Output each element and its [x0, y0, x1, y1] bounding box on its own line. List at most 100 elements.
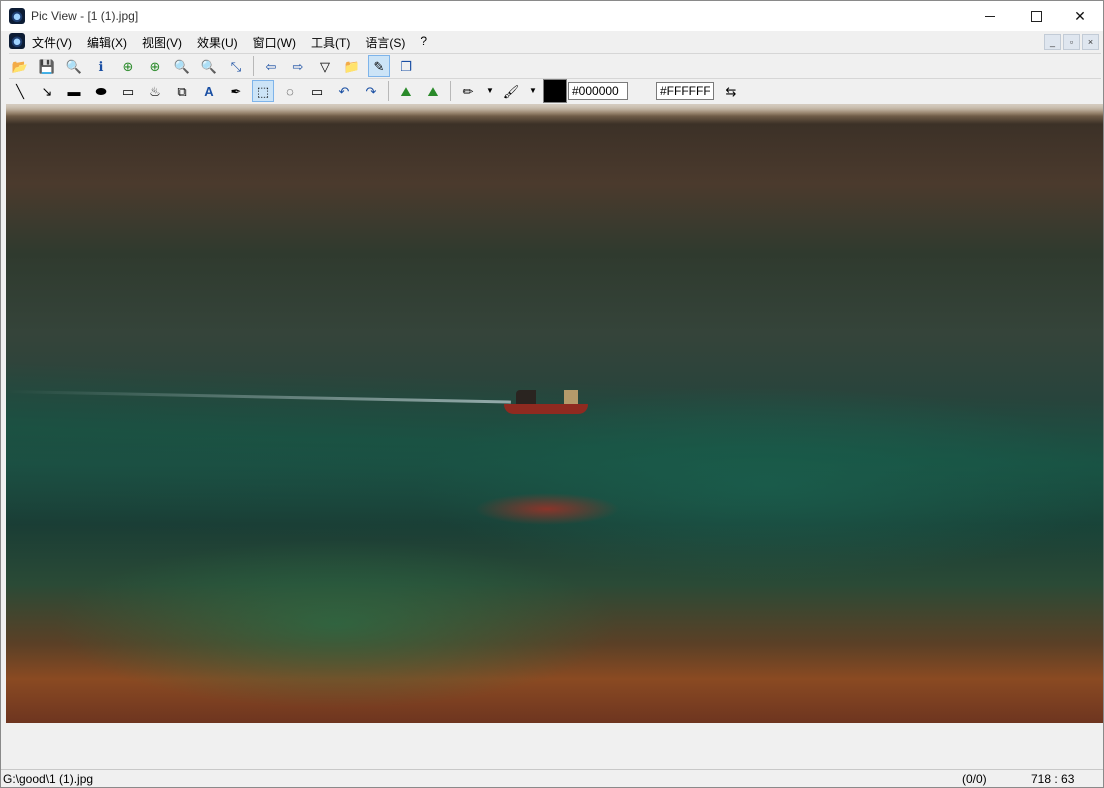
- rounded-rect-tool-icon: ▭: [121, 83, 135, 99]
- status-cursor-coords: 718 : 63: [1031, 772, 1075, 786]
- fit-button[interactable]: ⤡: [225, 55, 247, 77]
- stamp-tool-icon: ⧉: [177, 83, 187, 99]
- eyedropper-tool-button[interactable]: ✒: [225, 80, 247, 102]
- pencil-button[interactable]: ✏: [457, 80, 479, 102]
- maximize-icon: [1030, 10, 1042, 22]
- free-select-button[interactable]: ▭: [306, 80, 328, 102]
- arrow-tool-icon: ↘: [41, 83, 53, 99]
- menu-view[interactable]: 视图(V): [142, 34, 182, 51]
- app-icon[interactable]: [9, 8, 25, 24]
- ellipse-select-button[interactable]: ◌: [279, 80, 301, 102]
- menu-effects[interactable]: 效果(U): [197, 34, 238, 51]
- menu-items: 文件(V) 编辑(X) 视图(V) 效果(U) 窗口(W) 工具(T) 语言(S…: [32, 34, 442, 51]
- menu-tools[interactable]: 工具(T): [311, 34, 350, 51]
- swap-colors-button[interactable]: ⇆: [720, 80, 742, 102]
- image-sky: [6, 104, 1103, 116]
- chevron-down-icon: ▼: [486, 86, 494, 95]
- stamp-tool-button[interactable]: ⧉: [171, 80, 193, 102]
- menu-language[interactable]: 语言(S): [365, 34, 405, 51]
- window-title: Pic View - [1 (1).jpg]: [31, 9, 139, 23]
- nav-prev-icon: ⊕: [122, 58, 134, 74]
- rectangle-tool-icon: ▬: [67, 83, 81, 99]
- swap-colors-icon: ⇆: [725, 83, 737, 99]
- save-button[interactable]: 💾: [36, 55, 58, 77]
- line-tool-icon: ╲: [16, 83, 24, 99]
- next-image-icon: ⇨: [292, 58, 304, 74]
- undo-icon: ↶: [338, 83, 350, 99]
- rect-select-icon: ⬚: [256, 83, 270, 99]
- mdi-close-button[interactable]: ×: [1082, 34, 1099, 50]
- brush-icon: 🖌: [502, 83, 520, 99]
- pencil-dropdown[interactable]: ▼: [484, 80, 496, 102]
- brush-button[interactable]: 🖌: [500, 80, 522, 102]
- open-icon: 📂: [11, 58, 29, 74]
- rounded-rect-tool-button[interactable]: ▭: [117, 80, 139, 102]
- rect-select-button[interactable]: ⬚: [252, 80, 274, 102]
- prev-image-button[interactable]: ⇦: [260, 55, 282, 77]
- text-tool-icon: A: [204, 83, 214, 99]
- menu-help[interactable]: ?: [420, 34, 427, 51]
- image-boat-riders: [516, 390, 586, 404]
- mountain-right-button[interactable]: ⛰: [422, 80, 444, 102]
- close-button[interactable]: ✕: [1057, 1, 1103, 31]
- main-toolbar: 📂 💾 🔍 ℹ ⊕ ⊕ 🔍 🔍 ⤡ ⇦ ⇨ ▽ 📁 ✎ ❐: [9, 53, 1101, 78]
- menu-bar: 文件(V) 编辑(X) 视图(V) 效果(U) 窗口(W) 工具(T) 语言(S…: [1, 31, 1103, 52]
- nav-next-icon: ⊕: [149, 58, 161, 74]
- mdi-restore-button[interactable]: ▫: [1063, 34, 1080, 50]
- draw-toolbar: ╲ ↘ ▬ ⬬ ▭ ♨ ⧉ A ✒ ⬚ ◌ ▭ ↶ ↷ ⛰ ⛰ ✏ ▼ 🖌 ▼ …: [9, 78, 1101, 103]
- app-window: Pic View - [1 (1).jpg] ✕ 文件(V) 编辑(X) 视图(…: [0, 0, 1104, 788]
- open-button[interactable]: 📂: [9, 55, 31, 77]
- image-canvas[interactable]: [6, 104, 1103, 723]
- background-color-field[interactable]: [656, 82, 714, 100]
- nav-next-button[interactable]: ⊕: [144, 55, 166, 77]
- ellipse-select-icon: ◌: [286, 83, 294, 99]
- zoom-in-icon: 🔍: [173, 58, 191, 74]
- print-preview-icon: 🔍: [65, 58, 83, 74]
- slideshow-button[interactable]: ▽: [314, 55, 336, 77]
- toolbar-separator: [388, 81, 389, 101]
- mountain-left-icon: ⛰: [400, 83, 412, 99]
- ellipse-tool-button[interactable]: ⬬: [90, 80, 112, 102]
- print-preview-button[interactable]: 🔍: [63, 55, 85, 77]
- mountain-left-button[interactable]: ⛰: [395, 80, 417, 102]
- ellipse-tool-icon: ⬬: [95, 83, 107, 99]
- zoom-in-button[interactable]: 🔍: [171, 55, 193, 77]
- info-icon: ℹ: [98, 58, 104, 74]
- nav-prev-button[interactable]: ⊕: [117, 55, 139, 77]
- status-bar: G:\good\1 (1).jpg (0/0) 718 : 63: [1, 769, 1103, 787]
- save-icon: 💾: [38, 58, 56, 74]
- close-icon: ✕: [1074, 7, 1086, 24]
- line-tool-button[interactable]: ╲: [9, 80, 31, 102]
- text-tool-button[interactable]: A: [198, 80, 220, 102]
- redo-button[interactable]: ↷: [360, 80, 382, 102]
- windows-icon: ❐: [400, 58, 412, 74]
- image-boat-wake: [6, 390, 511, 404]
- toolbar-separator: [253, 56, 254, 76]
- next-image-button[interactable]: ⇨: [287, 55, 309, 77]
- title-bar[interactable]: Pic View - [1 (1).jpg] ✕: [1, 1, 1103, 31]
- minimize-button[interactable]: [967, 1, 1013, 31]
- menu-window[interactable]: 窗口(W): [253, 34, 296, 51]
- image-boat: [504, 404, 588, 414]
- minimize-icon: [985, 15, 995, 17]
- menu-file[interactable]: 文件(V): [32, 34, 72, 51]
- fill-tool-button[interactable]: ♨: [144, 80, 166, 102]
- rectangle-tool-button[interactable]: ▬: [63, 80, 85, 102]
- foreground-color-swatch[interactable]: [543, 79, 567, 103]
- redo-icon: ↷: [365, 83, 377, 99]
- zoom-out-button[interactable]: 🔍: [198, 55, 220, 77]
- zoom-out-icon: 🔍: [200, 58, 218, 74]
- document-icon[interactable]: [9, 33, 25, 49]
- menu-edit[interactable]: 编辑(X): [87, 34, 127, 51]
- chevron-down-icon: ▼: [529, 86, 537, 95]
- draw-mode-button[interactable]: ✎: [368, 55, 390, 77]
- folder-button[interactable]: 📁: [341, 55, 363, 77]
- mdi-minimize-button[interactable]: _: [1044, 34, 1061, 50]
- maximize-button[interactable]: [1013, 1, 1059, 31]
- info-button[interactable]: ℹ: [90, 55, 112, 77]
- arrow-tool-button[interactable]: ↘: [36, 80, 58, 102]
- windows-button[interactable]: ❐: [395, 55, 417, 77]
- brush-dropdown[interactable]: ▼: [527, 80, 539, 102]
- undo-button[interactable]: ↶: [333, 80, 355, 102]
- foreground-color-field[interactable]: [568, 82, 628, 100]
